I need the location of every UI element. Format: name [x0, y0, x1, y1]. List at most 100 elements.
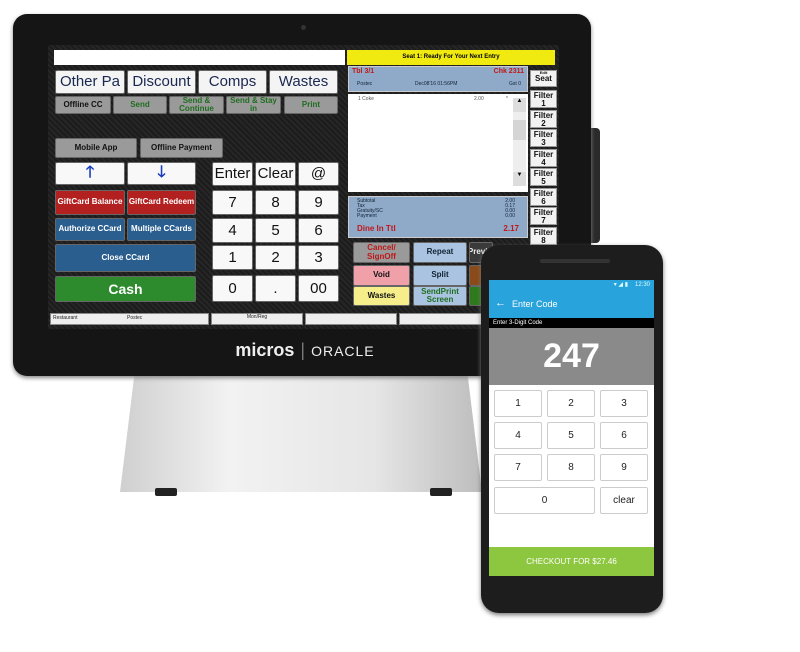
other-payment-button[interactable]: Other Pa — [55, 70, 125, 94]
wastes-button[interactable]: Wastes — [269, 70, 338, 94]
check-header: Tbl 3/1 Chk 2311 Postec Dec08'16 01:56PM… — [348, 66, 528, 92]
phone-key[interactable]: 8 — [547, 454, 595, 481]
giftcard-redeem-button[interactable]: GiftCard Redeem — [127, 190, 196, 215]
giftcard-balance-button[interactable]: GiftCard Balance — [55, 190, 125, 215]
phone-key[interactable]: 1 — [494, 390, 542, 417]
multiple-ccards-button[interactable]: Multiple CCards — [127, 218, 196, 241]
scrollbar[interactable]: ▲ ▼ — [513, 98, 526, 186]
clear-key[interactable]: clear — [600, 487, 648, 514]
status-time: 12:30 — [634, 282, 650, 288]
app-header: 12:30 ▾ ◢ ▮ ← Enter Code — [489, 280, 654, 318]
item-mark: * — [506, 96, 508, 102]
action-button[interactable]: Split — [413, 265, 467, 286]
scroll-thumb[interactable] — [513, 120, 526, 140]
action-button[interactable]: Repeat — [413, 242, 467, 263]
stand-foot — [430, 488, 452, 496]
cash-button[interactable]: Cash — [55, 276, 196, 302]
mobile-app-button[interactable]: Mobile App — [55, 138, 137, 158]
seat-button[interactable]: Edit Seat — [530, 70, 557, 87]
keypad-key[interactable]: 3 — [298, 245, 339, 270]
phone-key[interactable]: 6 — [600, 422, 648, 449]
guests: Gst 0 — [509, 81, 521, 87]
brand-logo: micros | ORACLE — [235, 340, 375, 360]
phone-key[interactable]: 3 — [600, 390, 648, 417]
check-number: Chk 2311 — [493, 68, 524, 75]
employee: Postec — [357, 81, 373, 87]
enter-key[interactable]: Enter — [212, 162, 253, 186]
checkout-button[interactable]: CHECKOUT FOR $27.46 — [489, 547, 654, 576]
keypad-key[interactable]: 7 — [212, 190, 253, 215]
filter-button[interactable]: Filter 3 — [530, 129, 557, 147]
filter-button[interactable]: Filter 4 — [530, 148, 557, 167]
code-display: 247 — [489, 328, 654, 385]
check-items: 1 Coke 2.00 * ▲ ▼ — [348, 94, 528, 192]
app-title: Enter Code — [512, 299, 558, 309]
camera — [301, 25, 306, 30]
offline-payment-button[interactable]: Offline Payment — [140, 138, 223, 158]
table-number: Tbl 3/1 — [352, 68, 375, 75]
at-key[interactable]: @ — [298, 162, 339, 186]
total-value: 2.17 — [503, 224, 519, 233]
arrow-up-icon[interactable]: 🡑 — [55, 162, 125, 185]
phone-key[interactable]: 4 — [494, 422, 542, 449]
clear-key[interactable]: Clear — [255, 162, 296, 186]
discount-button[interactable]: Discount — [127, 70, 196, 94]
scroll-up-icon[interactable]: ▲ — [513, 98, 526, 112]
filter-button[interactable]: Filter 5 — [530, 168, 557, 186]
total-value: 0.00 — [505, 213, 515, 219]
status-field — [399, 313, 484, 325]
prompt-bar: Seat 1: Ready For Your Next Entry — [347, 50, 555, 65]
filter-button[interactable]: Filter 6 — [530, 187, 557, 206]
phone-screen: 12:30 ▾ ◢ ▮ ← Enter Code Enter 3-Digit C… — [489, 280, 654, 576]
offline-cc-button[interactable]: Offline CC — [55, 96, 111, 114]
datetime: Dec08'16 01:56PM — [415, 81, 458, 87]
monitor-stand — [120, 374, 482, 492]
keypad-key[interactable]: 4 — [212, 218, 253, 243]
keypad-key[interactable]: 2 — [255, 245, 296, 270]
keypad-key[interactable]: 1 — [212, 245, 253, 270]
phone-key[interactable]: 5 — [547, 422, 595, 449]
authorize-ccard-button[interactable]: Authorize CCard — [55, 218, 125, 241]
keypad-key[interactable]: 8 — [255, 190, 296, 215]
entry-bar — [54, 50, 345, 65]
scroll-down-icon[interactable]: ▼ — [513, 172, 526, 186]
status-restaurant: Restaurant Postec — [50, 313, 209, 325]
status-field — [305, 313, 397, 325]
filter-button[interactable]: Filter 7 — [530, 207, 557, 225]
stand-foot — [155, 488, 177, 496]
keypad-key[interactable]: . — [255, 275, 296, 302]
keypad-key[interactable]: 0 — [212, 275, 253, 302]
keypad-key[interactable]: 6 — [298, 218, 339, 243]
action-button[interactable]: Wastes — [353, 286, 410, 306]
send-button[interactable]: Send — [113, 96, 167, 114]
print-button[interactable]: Print — [284, 96, 338, 114]
totals-panel: Dine In Ttl 2.17 Subtotal 2.00 Tax 0.17 Grat… — [348, 196, 528, 238]
keypad-key[interactable]: 00 — [298, 275, 339, 302]
keypad-key[interactable]: 9 — [298, 190, 339, 215]
send-stay-button[interactable]: Send & Stay in — [226, 96, 281, 114]
comps-button[interactable]: Comps — [198, 70, 267, 94]
phone-key[interactable]: 2 — [547, 390, 595, 417]
total-label: Dine In Ttl — [357, 224, 396, 233]
phone-key[interactable]: 0 — [494, 487, 595, 514]
close-ccard-button[interactable]: Close CCard — [55, 244, 196, 272]
list-item[interactable]: 1 Coke — [358, 96, 374, 102]
action-button[interactable]: SendPrint Screen — [413, 286, 467, 306]
filter-button[interactable]: Filter 1 — [530, 90, 557, 108]
filter-button[interactable]: Filter 2 — [530, 109, 557, 128]
action-button[interactable]: Cancel/ SignOff — [353, 242, 410, 263]
phone-key[interactable]: 9 — [600, 454, 648, 481]
arrow-down-icon[interactable]: 🡓 — [127, 162, 196, 185]
phone-key[interactable]: 7 — [494, 454, 542, 481]
keypad-key[interactable]: 5 — [255, 218, 296, 243]
code-instruction: Enter 3-Digit Code — [489, 318, 654, 328]
status-register: Mon/Reg — [211, 313, 303, 325]
action-button[interactable]: Void — [353, 265, 410, 286]
filter-button[interactable]: Filter 8 — [530, 226, 557, 245]
total-label: Payment — [357, 213, 377, 219]
send-continue-button[interactable]: Send & Continue — [169, 96, 224, 114]
item-price: 2.00 — [474, 96, 484, 102]
phone-speaker — [540, 259, 610, 263]
signal-battery-icon: ▾ ◢ ▮ — [613, 282, 628, 288]
back-arrow-icon[interactable]: ← — [495, 297, 506, 309]
